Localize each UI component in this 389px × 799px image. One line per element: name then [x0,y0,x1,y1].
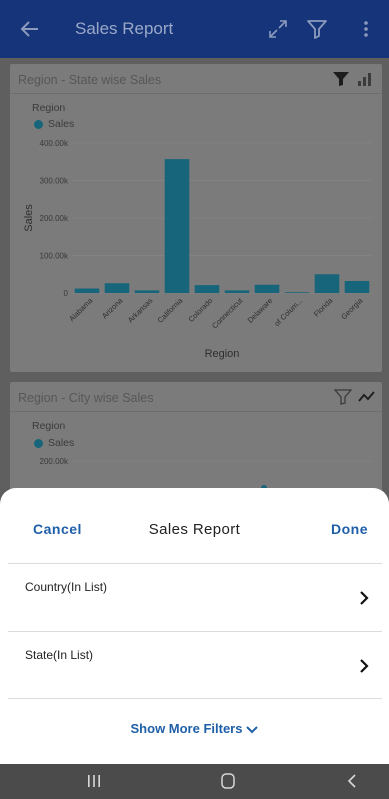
done-button[interactable]: Done [331,521,368,537]
filter-bottom-sheet: Cancel Sales Report Done Country(In List… [0,488,389,764]
x-tick-label: Connecticut [210,295,245,330]
chevron-right-icon [360,659,369,673]
x-tick-label: Alabama [67,295,95,323]
x-axis-label: Region [205,348,240,360]
show-more-label: Show More Filters [130,721,243,736]
chevron-right-icon [360,591,369,605]
bar [224,290,250,293]
chart-card-state: Region - State wise Sales Region Sales 0… [10,64,382,372]
x-tick-label: Florida [312,295,335,318]
x-tick-label: California [156,295,185,324]
filter-row-country[interactable]: Country(In List) [8,563,382,631]
card-header: Region - State wise Sales [10,64,382,94]
chart-card-city: Region - City wise Sales Region Sales 20… [10,382,382,502]
home-icon[interactable] [220,772,236,790]
x-tick-label: Georgia [339,295,365,321]
y-tick-label: 400.00k [40,139,69,148]
bar [344,281,370,293]
filter-row-label: State(In List) [25,648,94,662]
app-bar: Sales Report [0,0,389,58]
filter-row-state[interactable]: State(In List) [8,631,382,699]
bar [314,274,340,293]
dashboard-content: Region - State wise Sales Region Sales 0… [0,58,389,502]
sheet-header: Cancel Sales Report Done [0,488,389,563]
back-nav-icon[interactable] [346,773,358,789]
card-header: Region - City wise Sales [10,382,382,412]
show-more-filters-button[interactable]: Show More Filters [0,721,389,736]
legend-label: Sales [48,118,75,130]
legend-swatch [34,439,43,448]
x-tick-label: Arkansas [126,296,155,325]
filter-outline-icon[interactable] [334,389,352,405]
recent-apps-icon[interactable] [86,773,102,789]
y-tick-label: 200.00k [40,214,69,223]
x-tick-label: of Colum... [272,296,304,328]
y-tick-label: 100.00k [40,252,69,261]
bar [254,284,280,293]
line-chart-icon[interactable] [358,389,376,405]
filter-row-label: Country(In List) [25,580,108,594]
legend-swatch [34,120,43,129]
x-tick-label: Colorado [187,296,215,324]
expand-icon[interactable] [266,17,290,41]
bar [104,283,130,293]
filter-icon[interactable] [305,17,329,41]
y-tick-label: 300.00k [40,177,69,186]
more-vert-icon[interactable] [360,17,372,41]
legend-label: Sales [48,437,75,449]
card-title: Region - State wise Sales [18,73,162,87]
bar [164,159,190,293]
system-nav-bar [0,764,389,799]
x-tick-label: Arizona [100,295,125,320]
back-arrow-icon[interactable] [18,17,42,41]
legend-title: Region [32,420,66,432]
y-tick-label: 0 [64,289,69,298]
page-title: Sales Report [75,19,174,38]
bar [194,285,220,293]
y-tick-label: 200.00k [40,457,69,466]
bar [284,292,310,293]
bar [134,290,160,293]
bar-chart-icon[interactable] [356,71,374,87]
chevron-down-icon [246,725,259,733]
card-title: Region - City wise Sales [18,391,154,405]
legend-title: Region [32,102,66,114]
state-sales-chart: 0 100.00k 200.00k 300.00k 400.00k Sales Alabam… [23,139,372,360]
x-tick-label: Delaware [246,296,275,325]
y-axis-label: Sales [23,204,35,232]
bar [74,288,100,293]
filter-filled-icon[interactable] [332,71,350,87]
